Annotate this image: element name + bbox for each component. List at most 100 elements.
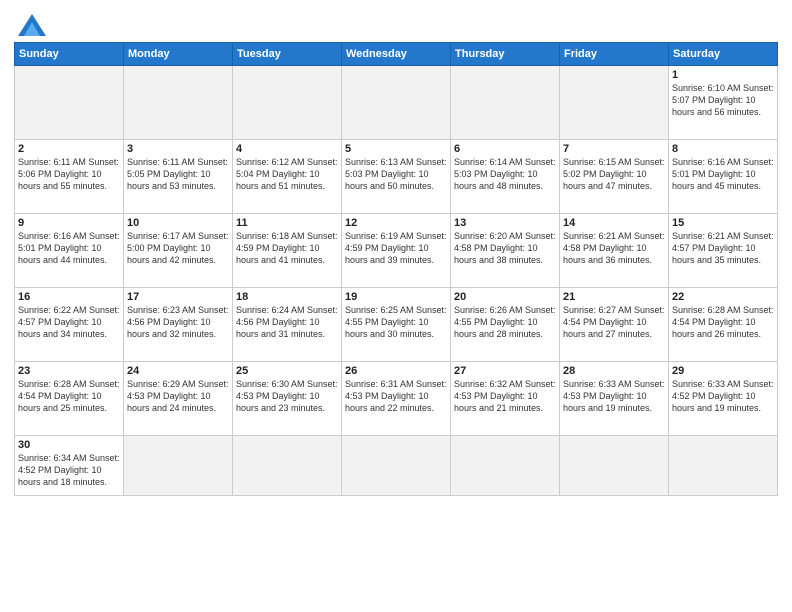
weekday-header: Saturday [669,43,778,66]
calendar-cell: 16Sunrise: 6:22 AM Sunset: 4:57 PM Dayli… [15,288,124,362]
day-number: 29 [672,365,774,377]
header [14,10,778,36]
calendar-header: SundayMondayTuesdayWednesdayThursdayFrid… [15,43,778,66]
calendar-cell: 29Sunrise: 6:33 AM Sunset: 4:52 PM Dayli… [669,362,778,436]
day-info: Sunrise: 6:30 AM Sunset: 4:53 PM Dayligh… [236,378,338,414]
day-number: 1 [672,69,774,81]
calendar-week: 1Sunrise: 6:10 AM Sunset: 5:07 PM Daylig… [15,66,778,140]
calendar-cell: 14Sunrise: 6:21 AM Sunset: 4:58 PM Dayli… [560,214,669,288]
day-number: 20 [454,291,556,303]
day-info: Sunrise: 6:28 AM Sunset: 4:54 PM Dayligh… [18,378,120,414]
calendar-week: 9Sunrise: 6:16 AM Sunset: 5:01 PM Daylig… [15,214,778,288]
day-info: Sunrise: 6:13 AM Sunset: 5:03 PM Dayligh… [345,156,447,192]
calendar-cell: 1Sunrise: 6:10 AM Sunset: 5:07 PM Daylig… [669,66,778,140]
day-info: Sunrise: 6:27 AM Sunset: 4:54 PM Dayligh… [563,304,665,340]
day-info: Sunrise: 6:20 AM Sunset: 4:58 PM Dayligh… [454,230,556,266]
day-number: 6 [454,143,556,155]
calendar-cell [342,436,451,496]
calendar-cell: 30Sunrise: 6:34 AM Sunset: 4:52 PM Dayli… [15,436,124,496]
day-number: 11 [236,217,338,229]
calendar-cell [669,436,778,496]
calendar-body: 1Sunrise: 6:10 AM Sunset: 5:07 PM Daylig… [15,66,778,496]
calendar-cell: 21Sunrise: 6:27 AM Sunset: 4:54 PM Dayli… [560,288,669,362]
day-number: 4 [236,143,338,155]
calendar-cell [124,66,233,140]
calendar-cell: 27Sunrise: 6:32 AM Sunset: 4:53 PM Dayli… [451,362,560,436]
calendar-table: SundayMondayTuesdayWednesdayThursdayFrid… [14,42,778,496]
weekday-header: Wednesday [342,43,451,66]
day-info: Sunrise: 6:23 AM Sunset: 4:56 PM Dayligh… [127,304,229,340]
calendar-cell [560,66,669,140]
day-info: Sunrise: 6:15 AM Sunset: 5:02 PM Dayligh… [563,156,665,192]
day-number: 18 [236,291,338,303]
day-number: 7 [563,143,665,155]
calendar-week: 30Sunrise: 6:34 AM Sunset: 4:52 PM Dayli… [15,436,778,496]
day-info: Sunrise: 6:19 AM Sunset: 4:59 PM Dayligh… [345,230,447,266]
calendar-cell: 11Sunrise: 6:18 AM Sunset: 4:59 PM Dayli… [233,214,342,288]
day-number: 22 [672,291,774,303]
weekday-header: Sunday [15,43,124,66]
calendar-cell: 22Sunrise: 6:28 AM Sunset: 4:54 PM Dayli… [669,288,778,362]
day-info: Sunrise: 6:29 AM Sunset: 4:53 PM Dayligh… [127,378,229,414]
day-number: 2 [18,143,120,155]
calendar-cell [560,436,669,496]
day-number: 30 [18,439,120,451]
day-number: 9 [18,217,120,229]
day-number: 25 [236,365,338,377]
day-info: Sunrise: 6:18 AM Sunset: 4:59 PM Dayligh… [236,230,338,266]
calendar-cell: 15Sunrise: 6:21 AM Sunset: 4:57 PM Dayli… [669,214,778,288]
day-number: 8 [672,143,774,155]
day-info: Sunrise: 6:22 AM Sunset: 4:57 PM Dayligh… [18,304,120,340]
day-number: 5 [345,143,447,155]
weekday-header: Friday [560,43,669,66]
weekday-header: Monday [124,43,233,66]
day-info: Sunrise: 6:24 AM Sunset: 4:56 PM Dayligh… [236,304,338,340]
day-info: Sunrise: 6:34 AM Sunset: 4:52 PM Dayligh… [18,452,120,488]
day-info: Sunrise: 6:28 AM Sunset: 4:54 PM Dayligh… [672,304,774,340]
day-info: Sunrise: 6:14 AM Sunset: 5:03 PM Dayligh… [454,156,556,192]
calendar-cell [451,66,560,140]
calendar-cell: 23Sunrise: 6:28 AM Sunset: 4:54 PM Dayli… [15,362,124,436]
calendar-cell: 28Sunrise: 6:33 AM Sunset: 4:53 PM Dayli… [560,362,669,436]
calendar-cell: 20Sunrise: 6:26 AM Sunset: 4:55 PM Dayli… [451,288,560,362]
calendar-cell [451,436,560,496]
day-info: Sunrise: 6:12 AM Sunset: 5:04 PM Dayligh… [236,156,338,192]
day-info: Sunrise: 6:11 AM Sunset: 5:06 PM Dayligh… [18,156,120,192]
weekday-row: SundayMondayTuesdayWednesdayThursdayFrid… [15,43,778,66]
calendar-cell: 7Sunrise: 6:15 AM Sunset: 5:02 PM Daylig… [560,140,669,214]
calendar-week: 23Sunrise: 6:28 AM Sunset: 4:54 PM Dayli… [15,362,778,436]
calendar-cell [233,66,342,140]
day-info: Sunrise: 6:31 AM Sunset: 4:53 PM Dayligh… [345,378,447,414]
day-number: 19 [345,291,447,303]
day-number: 14 [563,217,665,229]
day-info: Sunrise: 6:26 AM Sunset: 4:55 PM Dayligh… [454,304,556,340]
calendar-cell: 4Sunrise: 6:12 AM Sunset: 5:04 PM Daylig… [233,140,342,214]
calendar-cell: 17Sunrise: 6:23 AM Sunset: 4:56 PM Dayli… [124,288,233,362]
calendar-cell: 13Sunrise: 6:20 AM Sunset: 4:58 PM Dayli… [451,214,560,288]
day-number: 28 [563,365,665,377]
calendar-cell: 9Sunrise: 6:16 AM Sunset: 5:01 PM Daylig… [15,214,124,288]
calendar-week: 2Sunrise: 6:11 AM Sunset: 5:06 PM Daylig… [15,140,778,214]
page: SundayMondayTuesdayWednesdayThursdayFrid… [0,0,792,612]
day-info: Sunrise: 6:10 AM Sunset: 5:07 PM Dayligh… [672,82,774,118]
calendar-cell: 26Sunrise: 6:31 AM Sunset: 4:53 PM Dayli… [342,362,451,436]
calendar-cell: 2Sunrise: 6:11 AM Sunset: 5:06 PM Daylig… [15,140,124,214]
day-number: 17 [127,291,229,303]
day-number: 13 [454,217,556,229]
calendar-cell: 8Sunrise: 6:16 AM Sunset: 5:01 PM Daylig… [669,140,778,214]
day-number: 3 [127,143,229,155]
day-number: 23 [18,365,120,377]
day-info: Sunrise: 6:21 AM Sunset: 4:57 PM Dayligh… [672,230,774,266]
calendar-cell: 12Sunrise: 6:19 AM Sunset: 4:59 PM Dayli… [342,214,451,288]
day-number: 10 [127,217,229,229]
calendar-cell [233,436,342,496]
day-info: Sunrise: 6:11 AM Sunset: 5:05 PM Dayligh… [127,156,229,192]
calendar-cell [15,66,124,140]
day-info: Sunrise: 6:32 AM Sunset: 4:53 PM Dayligh… [454,378,556,414]
weekday-header: Thursday [451,43,560,66]
day-number: 16 [18,291,120,303]
calendar-cell: 25Sunrise: 6:30 AM Sunset: 4:53 PM Dayli… [233,362,342,436]
logo-area [14,10,46,36]
day-info: Sunrise: 6:16 AM Sunset: 5:01 PM Dayligh… [18,230,120,266]
weekday-header: Tuesday [233,43,342,66]
